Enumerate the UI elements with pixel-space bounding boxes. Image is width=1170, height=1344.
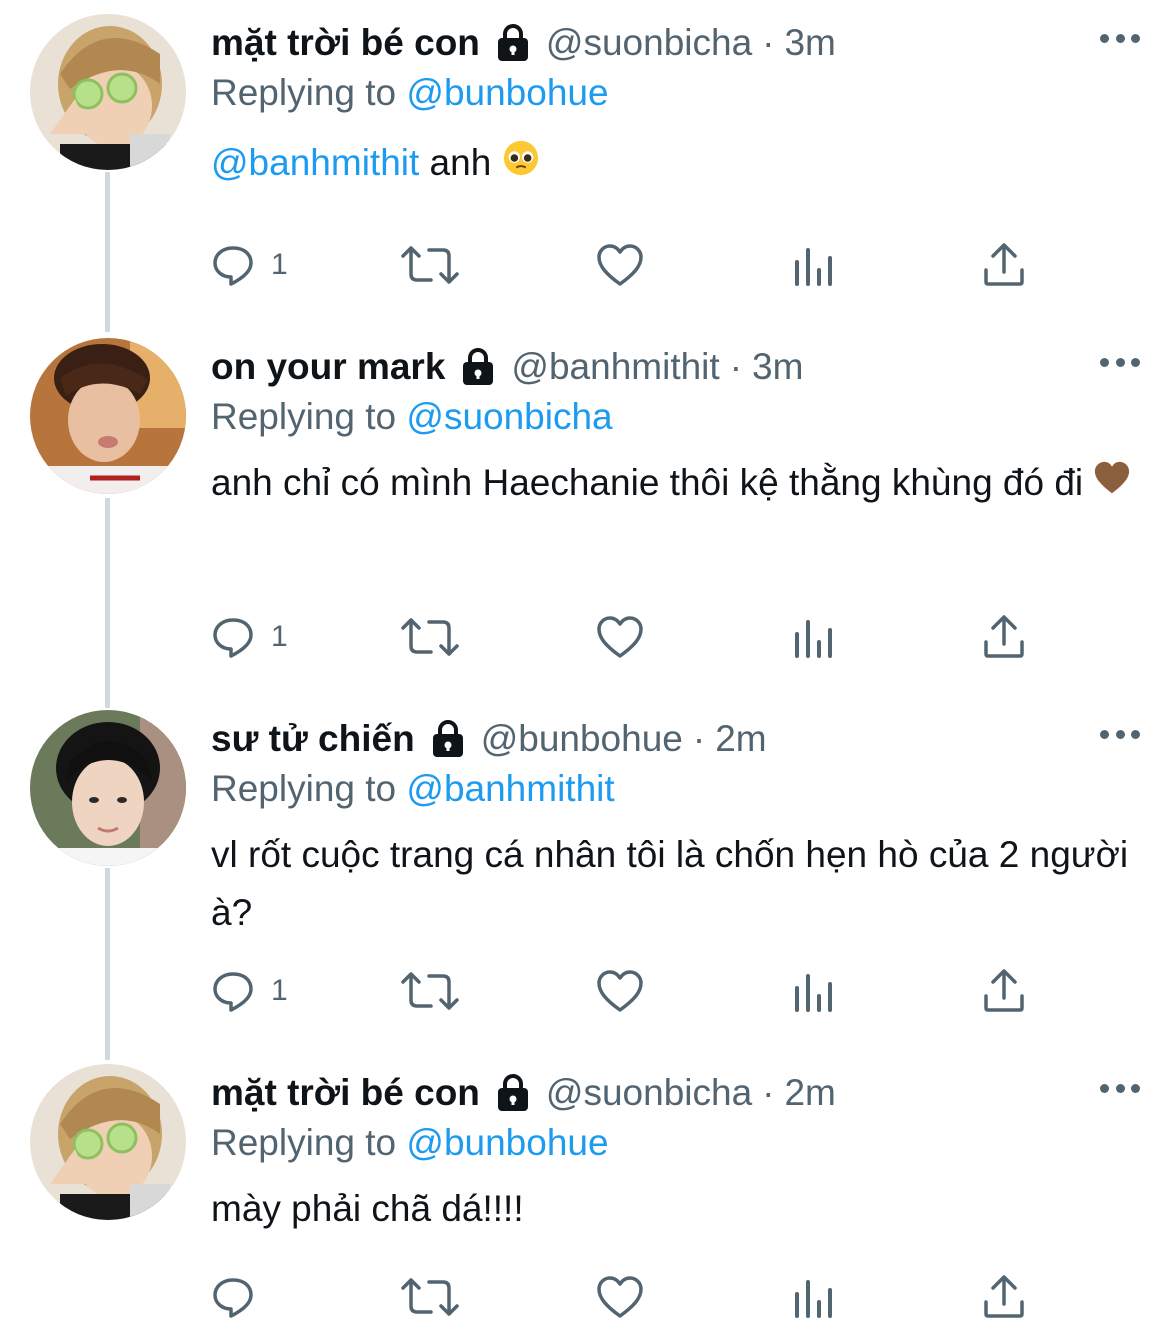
timestamp[interactable]: 2m — [784, 1068, 835, 1118]
retweet-button[interactable] — [401, 1272, 459, 1322]
timestamp[interactable]: 2m — [715, 714, 766, 764]
retweet-icon — [401, 1278, 459, 1316]
display-name[interactable]: on your mark — [211, 342, 445, 392]
reply-count: 1 — [271, 974, 288, 1007]
lock-icon — [494, 1073, 532, 1113]
like-button[interactable] — [596, 612, 644, 662]
timestamp[interactable]: 3m — [784, 18, 835, 68]
more-icon[interactable] — [1100, 1082, 1140, 1094]
display-name[interactable]: sư tử chiến — [211, 714, 415, 764]
display-name[interactable]: mặt trời bé con — [211, 1068, 480, 1118]
handle[interactable]: @suonbicha — [546, 1068, 752, 1118]
reply-button[interactable]: 1 — [211, 966, 288, 1016]
share-icon — [984, 615, 1024, 658]
reply-button[interactable]: 1 — [211, 612, 288, 662]
pleading-face-emoji — [502, 136, 540, 194]
reply-count: 1 — [271, 620, 288, 653]
avatar[interactable] — [30, 710, 186, 866]
tweet-text: anh chỉ có mình Haechanie thôi kệ thằng … — [211, 454, 1140, 514]
like-button[interactable] — [596, 240, 644, 290]
reply-icon — [213, 972, 253, 1012]
analytics-icon — [795, 1280, 832, 1318]
retweet-icon — [401, 618, 459, 656]
separator-dot: · — [762, 1072, 775, 1113]
tweet-actions: 1 — [211, 612, 1071, 662]
avatar[interactable] — [30, 14, 186, 170]
share-button[interactable] — [981, 240, 1027, 290]
lock-icon — [459, 347, 497, 387]
replying-prefix: Replying to — [211, 72, 397, 113]
tweet-actions: 1 — [211, 966, 1071, 1016]
analytics-icon — [795, 248, 832, 286]
replying-to-line: Replying to @bunbohue — [211, 68, 1140, 118]
analytics-icon — [795, 620, 832, 658]
share-icon — [984, 969, 1024, 1012]
reply-count: 1 — [271, 248, 288, 281]
handle[interactable]: @bunbohue — [481, 714, 683, 764]
like-icon — [597, 244, 643, 286]
like-icon — [597, 616, 643, 658]
retweet-button[interactable] — [401, 612, 459, 662]
separator-dot: · — [692, 718, 706, 759]
avatar[interactable] — [30, 338, 186, 494]
avatar[interactable] — [30, 1064, 186, 1220]
reply-icon — [213, 1278, 253, 1318]
analytics-button[interactable] — [791, 966, 837, 1016]
body-text: anh — [419, 142, 502, 183]
share-icon — [984, 243, 1024, 286]
like-button[interactable] — [596, 966, 644, 1016]
retweet-button[interactable] — [401, 966, 459, 1016]
replying-prefix: Replying to — [211, 396, 397, 437]
tweet-actions — [211, 1272, 1071, 1322]
reply-button[interactable] — [211, 1272, 271, 1322]
replying-to-mention[interactable]: @bunbohue — [406, 72, 608, 113]
brown-heart-emoji — [1093, 456, 1131, 514]
lock-icon — [494, 23, 532, 63]
more-icon[interactable] — [1100, 728, 1140, 740]
analytics-button[interactable] — [791, 612, 837, 662]
replying-to-mention[interactable]: @banhmithit — [406, 768, 614, 809]
more-icon[interactable] — [1100, 356, 1140, 368]
retweet-icon — [401, 246, 459, 284]
like-icon — [597, 1276, 643, 1318]
handle[interactable]: @banhmithit — [511, 342, 719, 392]
reply-icon — [213, 246, 253, 286]
replying-prefix: Replying to — [211, 768, 397, 809]
body-mention[interactable]: @banhmithit — [211, 142, 419, 183]
tweet-text: vl rốt cuộc trang cá nhân tôi là chốn hẹ… — [211, 834, 1129, 933]
display-name[interactable]: mặt trời bé con — [211, 18, 480, 68]
share-button[interactable] — [981, 966, 1027, 1016]
retweet-button[interactable] — [401, 240, 459, 290]
replying-prefix: Replying to — [211, 1122, 397, 1163]
reply-button[interactable]: 1 — [211, 240, 288, 290]
lock-icon — [429, 719, 467, 759]
tweet-text: @banhmithit anh — [211, 134, 1140, 194]
replying-to-line: Replying to @bunbohue — [211, 1118, 1140, 1168]
reply-icon — [213, 618, 253, 658]
tweet-text: mày phải chã dá!!!! — [211, 1188, 524, 1229]
replying-to-mention[interactable]: @suonbicha — [406, 396, 612, 437]
separator-dot: · — [729, 346, 743, 387]
timestamp[interactable]: 3m — [752, 342, 803, 392]
like-button[interactable] — [596, 1272, 644, 1322]
analytics-icon — [795, 974, 832, 1012]
share-button[interactable] — [981, 612, 1027, 662]
replying-to-line: Replying to @banhmithit — [211, 764, 1140, 814]
separator-dot: · — [762, 22, 775, 63]
retweet-icon — [401, 972, 459, 1010]
tweet-actions: 1 — [211, 240, 1071, 290]
analytics-button[interactable] — [791, 1272, 837, 1322]
share-icon — [984, 1275, 1024, 1318]
like-icon — [597, 970, 643, 1012]
share-button[interactable] — [981, 1272, 1027, 1322]
replying-to-mention[interactable]: @bunbohue — [406, 1122, 608, 1163]
analytics-button[interactable] — [791, 240, 837, 290]
body-text: anh chỉ có mình Haechanie thôi kệ thằng … — [211, 462, 1094, 503]
handle[interactable]: @suonbicha — [546, 18, 752, 68]
more-icon[interactable] — [1100, 32, 1140, 44]
replying-to-line: Replying to @suonbicha — [211, 392, 1140, 442]
